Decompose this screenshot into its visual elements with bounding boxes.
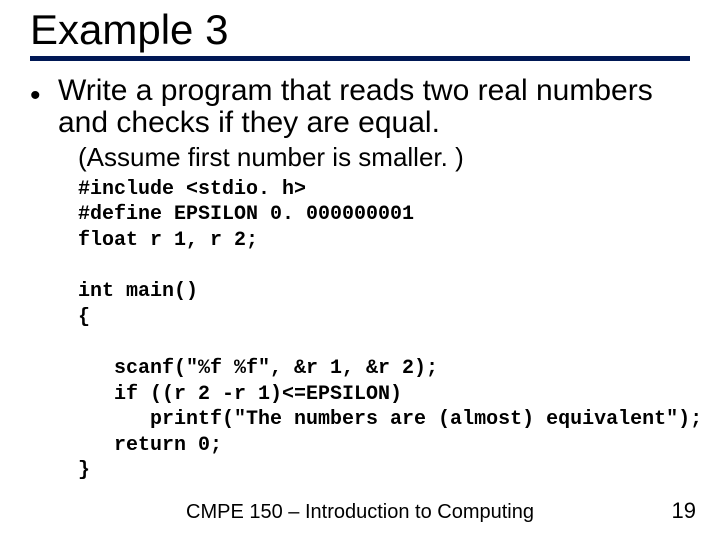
bullet-text: Write a program that reads two real numb… xyxy=(58,75,690,139)
bullet-dot-icon: • xyxy=(30,75,58,111)
slide: Example 3 • Write a program that reads t… xyxy=(0,0,720,540)
code-block: #include <stdio. h> #define EPSILON 0. 0… xyxy=(78,177,690,484)
footer-course: CMPE 150 – Introduction to Computing xyxy=(0,501,720,524)
assumption-text: (Assume first number is smaller. ) xyxy=(78,143,690,171)
title-rule xyxy=(30,56,690,61)
bullet-item: • Write a program that reads two real nu… xyxy=(30,75,690,139)
slide-title: Example 3 xyxy=(30,8,690,52)
page-number: 19 xyxy=(672,498,696,524)
